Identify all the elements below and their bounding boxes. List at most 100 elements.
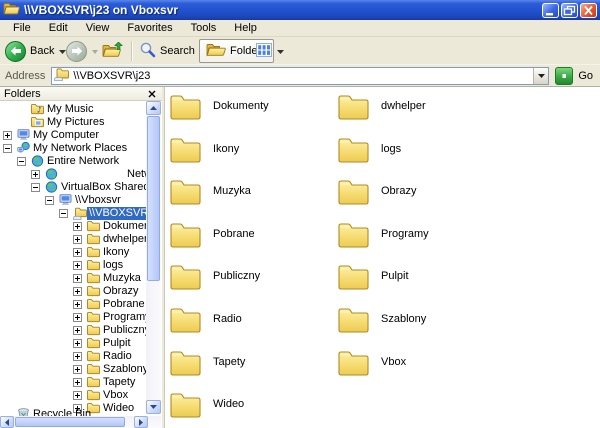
tree-item-pobrane[interactable]: Pobrane	[0, 298, 146, 311]
menu-help[interactable]: Help	[225, 20, 266, 36]
tree-item-radio[interactable]: Radio	[0, 350, 146, 363]
expand-icon[interactable]	[73, 339, 82, 348]
address-combo[interactable]: \\VBOXSVR\j23	[51, 67, 549, 85]
scroll-down-button[interactable]	[146, 400, 161, 414]
tree-item-szablony[interactable]: Szablony	[0, 363, 146, 376]
scroll-left-icon	[5, 419, 9, 426]
address-bar: Address \\VBOXSVR\j23 Go	[0, 64, 600, 87]
expand-icon[interactable]	[73, 235, 82, 244]
expand-icon[interactable]	[73, 287, 82, 296]
collapse-icon[interactable]	[3, 144, 12, 153]
tree-item-vbox[interactable]: Vbox	[0, 389, 146, 402]
tree-horizontal-scrollbar[interactable]	[0, 416, 161, 428]
vertical-scroll-thumb[interactable]	[147, 116, 160, 281]
tree-item-netw[interactable]: Netw	[0, 168, 146, 181]
close-button[interactable]	[580, 3, 597, 18]
folder-icon	[87, 311, 101, 324]
expand-icon[interactable]	[73, 378, 82, 387]
scroll-left-button[interactable]	[0, 416, 14, 428]
my-computer-icon	[17, 129, 31, 142]
expand-icon[interactable]	[73, 391, 82, 400]
expand-icon[interactable]	[73, 352, 82, 361]
menu-tools[interactable]: Tools	[182, 20, 226, 36]
folder-tile-wideo[interactable]: Wideo	[170, 391, 244, 421]
expand-icon[interactable]	[73, 365, 82, 374]
expand-icon[interactable]	[73, 326, 82, 335]
folder-tile-tapety[interactable]: Tapety	[170, 349, 245, 379]
horizontal-scroll-thumb[interactable]	[15, 417, 125, 427]
folder-tile-publiczny[interactable]: Publiczny	[170, 263, 260, 293]
folder-tile-vbox[interactable]: Vbox	[338, 349, 406, 379]
folders-pane-close-icon[interactable]	[146, 88, 158, 100]
back-label: Back	[30, 45, 54, 57]
tree-item-dwhelper[interactable]: dwhelper	[0, 233, 146, 246]
folder-tile-dokumenty[interactable]: Dokumenty	[170, 93, 269, 123]
menu-edit[interactable]: Edit	[40, 20, 77, 36]
tree-item-my-computer[interactable]: My Computer	[0, 129, 146, 142]
expand-icon[interactable]	[73, 300, 82, 309]
expand-icon[interactable]	[73, 222, 82, 231]
tree-item-vboxsvr[interactable]: \\Vboxsvr	[0, 194, 146, 207]
folder-tile-label: Wideo	[213, 398, 244, 421]
collapse-icon[interactable]	[45, 196, 54, 205]
tree-item-label: Radio	[101, 350, 134, 363]
search-button[interactable]: Search	[139, 38, 195, 64]
views-button[interactable]	[256, 38, 284, 64]
folder-tile-dwhelper[interactable]: dwhelper	[338, 93, 426, 123]
tree-item-pulpit[interactable]: Pulpit	[0, 337, 146, 350]
tree-item-ikony[interactable]: Ikony	[0, 246, 146, 259]
folder-tile-ikony[interactable]: Ikony	[170, 136, 239, 166]
expand-icon[interactable]	[73, 274, 82, 283]
tree-item-obrazy[interactable]: Obrazy	[0, 285, 146, 298]
tree-item-programy[interactable]: Programy	[0, 311, 146, 324]
menu-view[interactable]: View	[77, 20, 119, 36]
expand-icon[interactable]	[73, 261, 82, 270]
tree-item-my-music[interactable]: ♪My Music	[0, 103, 146, 116]
folder-icon	[170, 93, 201, 123]
folder-tile-pobrane[interactable]: Pobrane	[170, 221, 255, 251]
folder-tile-logs[interactable]: logs	[338, 136, 401, 166]
folders-icon	[206, 42, 226, 60]
folder-tile-obrazy[interactable]: Obrazy	[338, 178, 416, 208]
menu-favorites[interactable]: Favorites	[118, 20, 181, 36]
forward-button[interactable]	[66, 38, 98, 64]
tree-item-virtualbox-shared-folder[interactable]: VirtualBox Shared Folder	[0, 181, 146, 194]
up-button[interactable]	[102, 38, 123, 64]
tree-item-my-pictures[interactable]: My Pictures	[0, 116, 146, 129]
address-input[interactable]: \\VBOXSVR\j23	[73, 70, 533, 82]
tree-item-muzyka[interactable]: Muzyka	[0, 272, 146, 285]
folder-tile-muzyka[interactable]: Muzyka	[170, 178, 251, 208]
collapse-icon[interactable]	[59, 209, 68, 218]
tree-item-dokumenty[interactable]: Dokumenty	[0, 220, 146, 233]
expand-icon[interactable]	[3, 131, 12, 140]
collapse-icon[interactable]	[17, 157, 26, 166]
folder-tile-pulpit[interactable]: Pulpit	[338, 263, 409, 293]
tree-item-entire-network[interactable]: Entire Network	[0, 155, 146, 168]
tree-item-tapety[interactable]: Tapety	[0, 376, 146, 389]
menu-file[interactable]: File	[4, 20, 40, 36]
back-button[interactable]: Back	[5, 38, 66, 64]
go-button[interactable]	[555, 67, 573, 85]
tree-item-publiczny[interactable]: Publiczny	[0, 324, 146, 337]
globe-icon	[45, 168, 59, 181]
expand-icon[interactable]	[73, 248, 82, 257]
scroll-right-button[interactable]	[134, 416, 148, 428]
tree-item-recycle-bin[interactable]: Recycle Bin	[0, 408, 146, 416]
views-dropdown-icon[interactable]	[277, 45, 284, 57]
collapse-icon[interactable]	[31, 183, 40, 192]
tree-item-my-network-places[interactable]: My Network Places	[0, 142, 146, 155]
tree-item-vboxsvr-j23[interactable]: \\VBOXSVR\j23	[0, 207, 146, 220]
folder-tile-szablony[interactable]: Szablony	[338, 306, 426, 336]
network-places-icon	[17, 142, 31, 155]
expand-icon[interactable]	[73, 313, 82, 322]
folder-tile-radio[interactable]: Radio	[170, 306, 242, 336]
restore-button[interactable]	[561, 3, 578, 18]
scroll-up-button[interactable]	[146, 101, 161, 115]
minimize-button[interactable]	[542, 3, 559, 18]
expand-icon[interactable]	[31, 170, 40, 179]
tree-item-logs[interactable]: logs	[0, 259, 146, 272]
folder-icon	[170, 391, 201, 421]
tree-vertical-scrollbar[interactable]	[146, 101, 161, 414]
address-dropdown-icon[interactable]	[533, 68, 548, 84]
folder-tile-programy[interactable]: Programy	[338, 221, 429, 251]
